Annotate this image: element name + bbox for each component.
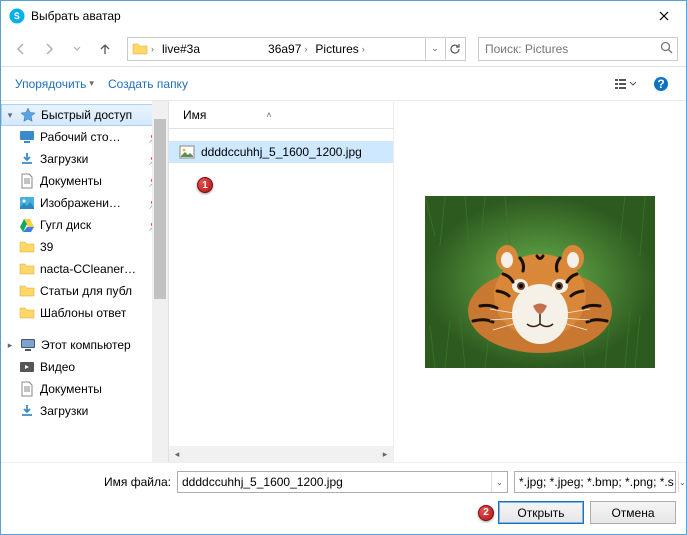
organize-button[interactable]: Упорядочить ▾ [11,73,98,95]
file-name: ddddccuhhj_5_1600_1200.jpg [201,145,362,159]
filename-input[interactable] [178,475,491,489]
navigation-bar: › live#3a 36a97 › Pictures › ⌄ [1,31,686,67]
horizontal-scrollbar[interactable]: ◂ ▸ [169,446,393,462]
chevron-down-icon[interactable]: ⌄ [491,472,507,492]
sidebar-this-pc[interactable]: ▸ Этот компьютер [1,334,168,356]
image-preview [425,196,655,368]
chevron-down-icon: ▾ [89,78,94,89]
sidebar-item-downloads[interactable]: Загрузки📌 [1,148,168,170]
search-box[interactable] [478,37,678,61]
breadcrumb-seg-2[interactable]: Pictures › [311,38,368,60]
sidebar-item-videos[interactable]: Видео [1,356,168,378]
gdrive-icon [19,217,35,233]
nav-back-button[interactable] [9,37,33,61]
close-button[interactable] [642,1,686,31]
sidebar-quick-access[interactable]: ▾ Быстрый доступ [1,104,168,126]
nav-forward-button[interactable] [37,37,61,61]
breadcrumb-seg-1[interactable]: 36a97 › [264,38,311,60]
sidebar-item-documents[interactable]: Документы [1,378,168,400]
skype-icon [9,8,25,24]
nav-up-button[interactable] [93,37,117,61]
downloads-icon [19,151,35,167]
desktop-icon [19,129,35,145]
column-header-name[interactable]: Имя ˄ [183,108,272,122]
video-icon [19,359,35,375]
pictures-icon [19,195,35,211]
view-mode-button[interactable] [610,72,640,96]
folder-icon [132,41,148,57]
file-area: Имя ˄ ddddccuhhj_5_1600_1200.jpg 1 ◂ ▸ [169,101,686,462]
preview-pane [394,101,686,462]
annotation-badge-1: 1 [197,177,213,193]
annotation-badge-2: 2 [478,505,494,521]
chevron-right-icon: › [362,44,365,54]
folder-icon [19,305,35,321]
folder-icon [19,261,35,277]
filename-label: Имя файла: [11,475,171,489]
folder-icon [19,283,35,299]
documents-icon [19,173,35,189]
chevron-down-icon[interactable]: ⌄ [678,472,686,492]
sidebar-item-documents[interactable]: Документы📌 [1,170,168,192]
sort-indicator-icon: ˄ [266,110,271,120]
new-folder-button[interactable]: Создать папку [104,73,192,95]
breadcrumb-dropdown-button[interactable]: ⌄ [425,38,445,60]
computer-icon [20,337,36,353]
toolbar: Упорядочить ▾ Создать папку ? [1,67,686,101]
sidebar-item-folder[interactable]: Статьи для публ [1,280,168,302]
search-icon [660,41,673,57]
file-dialog-window: Выбрать аватар › live#3a 36a97 › Picture… [0,0,687,535]
svg-text:?: ? [657,77,664,91]
file-list: Имя ˄ ddddccuhhj_5_1600_1200.jpg 1 ◂ ▸ [169,101,394,462]
sidebar-item-gdrive[interactable]: Гугл диск📌 [1,214,168,236]
sidebar-item-folder[interactable]: nacta-CCleaner… [1,258,168,280]
filetype-filter-combo[interactable]: ⌄ [514,471,676,493]
filename-combo[interactable]: ⌄ [177,471,508,493]
file-row[interactable]: ddddccuhhj_5_1600_1200.jpg [169,141,393,163]
cancel-button[interactable]: Отмена [590,501,676,524]
open-button[interactable]: Открыть [498,501,584,524]
dialog-footer: Имя файла: ⌄ ⌄ 2 Открыть Отмена [1,462,686,534]
folder-icon [19,239,35,255]
image-file-icon [179,144,195,160]
column-header-row: Имя ˄ [169,101,393,129]
sidebar-item-desktop[interactable]: Рабочий сто…📌 [1,126,168,148]
sidebar-item-pictures[interactable]: Изображени…📌 [1,192,168,214]
chevron-right-icon: › [304,44,307,54]
chevron-right-icon: › [151,44,154,54]
breadcrumb[interactable]: › live#3a 36a97 › Pictures › ⌄ [127,37,466,61]
help-button[interactable]: ? [646,72,676,96]
navigation-sidebar: ▾ Быстрый доступ Рабочий сто…📌 Загрузки📌… [1,101,169,462]
breadcrumb-root[interactable]: › [128,38,158,60]
filetype-filter-display [515,475,678,489]
breadcrumb-seg-0[interactable]: live#3a [158,38,204,60]
nav-recent-button[interactable] [65,37,89,61]
expand-icon[interactable]: ▸ [5,340,15,351]
search-input[interactable] [483,41,660,57]
documents-icon [19,381,35,397]
scroll-left-button[interactable]: ◂ [169,449,185,460]
sidebar-item-folder[interactable]: Шаблоны ответ [1,302,168,324]
titlebar: Выбрать аватар [1,1,686,31]
scrollbar-thumb[interactable] [154,119,166,299]
sidebar-item-folder[interactable]: 39 [1,236,168,258]
sidebar-item-downloads[interactable]: Загрузки [1,400,168,422]
window-title: Выбрать аватар [31,9,642,23]
expand-icon[interactable]: ▾ [5,110,15,121]
sidebar-scrollbar[interactable] [152,101,168,462]
dialog-body: ▾ Быстрый доступ Рабочий сто…📌 Загрузки📌… [1,101,686,462]
downloads-icon [19,403,35,419]
breadcrumb-refresh-button[interactable] [445,38,465,60]
star-icon [20,107,36,123]
scroll-right-button[interactable]: ▸ [377,449,393,460]
